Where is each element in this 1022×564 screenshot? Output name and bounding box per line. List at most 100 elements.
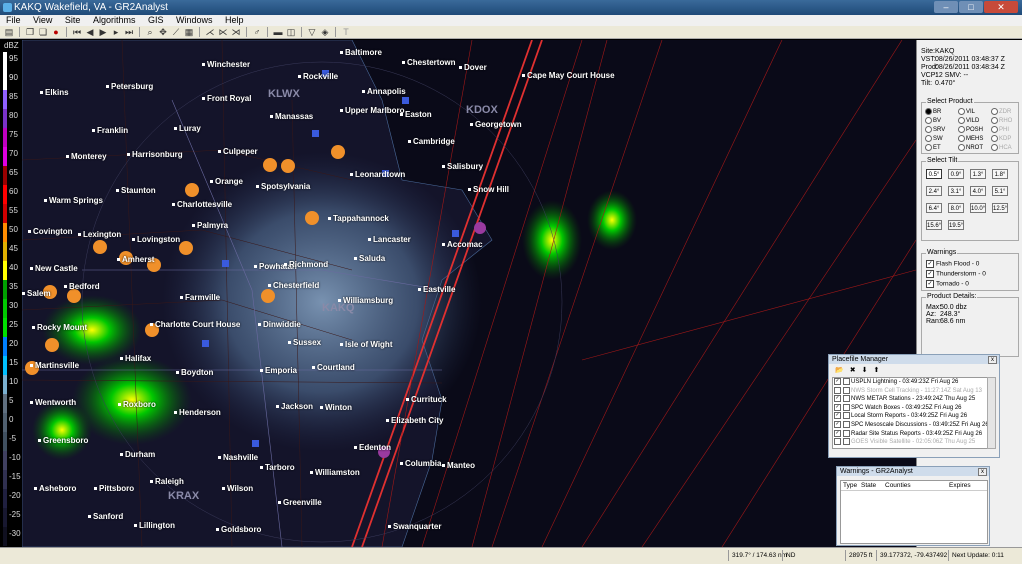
placefile-item[interactable]: ✓ SPC Watch Boxes - 03:49:25Z Fri Aug 26: [833, 403, 990, 413]
cross-section-icon[interactable]: ⋌: [205, 26, 215, 38]
close-icon[interactable]: x: [978, 468, 987, 476]
placefile-list[interactable]: ✓ USPLN Lightning - 03:49:23Z Fri Aug 26 N…: [832, 377, 991, 449]
move-down-icon[interactable]: ⬇: [862, 366, 868, 374]
menu-algorithms[interactable]: Algorithms: [93, 15, 136, 25]
filter-icon[interactable]: ▽: [307, 26, 317, 38]
pan-icon[interactable]: ✥: [158, 26, 168, 38]
product-radio-mehs[interactable]: MEHS: [958, 135, 983, 142]
record-icon[interactable]: ●: [51, 26, 61, 38]
menu-file[interactable]: File: [6, 15, 21, 25]
open-icon[interactable]: ▤: [4, 26, 14, 38]
move-up-icon[interactable]: ⬆: [873, 366, 879, 374]
product-radio-bv[interactable]: BV: [925, 117, 941, 124]
tilt-button[interactable]: 0.9°: [948, 169, 964, 179]
menu-view[interactable]: View: [33, 15, 52, 25]
placefile-toggle[interactable]: [843, 429, 850, 437]
product-radio-et[interactable]: ET: [925, 144, 941, 151]
placefile-checkbox[interactable]: ✓: [834, 420, 841, 428]
placefile-checkbox[interactable]: ✓: [834, 412, 841, 420]
tilt-button[interactable]: 4.0°: [970, 186, 986, 196]
first-frame-icon[interactable]: ⏮: [72, 26, 82, 38]
warning-thunderstorm[interactable]: ✓ Thunderstorm - 0: [926, 270, 986, 278]
column-icon[interactable]: ◫: [286, 26, 296, 38]
placefile-toggle[interactable]: [843, 403, 850, 411]
tilt-button[interactable]: 2.4°: [926, 186, 942, 196]
tilt-button[interactable]: 15.6°: [926, 220, 942, 230]
tilt-button[interactable]: 10.0°: [970, 203, 986, 213]
radar-site-label[interactable]: KLWX: [268, 88, 300, 100]
placefile-item[interactable]: NWS Storm Cell Tracking - 11:27:14Z Sat …: [833, 386, 990, 396]
play-icon[interactable]: ▶: [98, 26, 108, 38]
menu-help[interactable]: Help: [225, 15, 244, 25]
tilt-button[interactable]: 5.1°: [992, 186, 1008, 196]
product-radio-vil[interactable]: VIL: [958, 108, 975, 115]
tilt-button[interactable]: 0.5°: [926, 169, 942, 179]
radar-site-label[interactable]: KDOX: [466, 104, 498, 116]
placefile-item[interactable]: ✓ NWS METAR Stations - 23:49:24Z Thu Aug …: [833, 395, 990, 404]
last-frame-icon[interactable]: ⏭: [124, 26, 134, 38]
placefile-checkbox[interactable]: ✓: [834, 378, 841, 385]
maximize-button[interactable]: □: [959, 1, 983, 13]
placefile-toggle[interactable]: [843, 412, 850, 420]
bar-icon[interactable]: ▬: [273, 26, 283, 38]
tilt-button[interactable]: 1.3°: [970, 169, 986, 179]
tilt-button[interactable]: 6.4°: [926, 203, 942, 213]
tilt-button[interactable]: 3.1°: [948, 186, 964, 196]
paste-icon[interactable]: ❏: [38, 26, 48, 38]
copy-icon[interactable]: ❐: [25, 26, 35, 38]
placefile-item[interactable]: ✓ SPC Mesoscale Discussions - 03:49:25Z F…: [833, 420, 990, 430]
column-state[interactable]: State: [861, 481, 885, 490]
product-radio-sw[interactable]: SW: [925, 135, 943, 142]
product-radio-vild[interactable]: VILD: [958, 117, 979, 124]
placefile-item[interactable]: ✓ Local Storm Reports - 03:49:25Z Fri Aug…: [833, 412, 990, 421]
tilt-button[interactable]: 8.0°: [948, 203, 964, 213]
tilt-button[interactable]: 1.8°: [992, 169, 1008, 179]
menu-gis[interactable]: GIS: [148, 15, 164, 25]
previous-frame-icon[interactable]: ◀: [85, 26, 95, 38]
column-type[interactable]: Type: [841, 481, 861, 490]
placefile-checkbox[interactable]: [834, 386, 841, 394]
radar-map[interactable]: Baltimore Chestertown Winchester Rockville D…: [22, 40, 916, 547]
placefile-toggle[interactable]: [843, 378, 850, 385]
radar-site-label[interactable]: KRAX: [168, 490, 199, 502]
placefile-checkbox[interactable]: ✓: [834, 429, 841, 437]
remove-icon[interactable]: ✖: [850, 366, 856, 374]
volume-icon[interactable]: ♂: [252, 26, 262, 38]
menu-site[interactable]: Site: [65, 15, 81, 25]
placefile-item[interactable]: ✓ USPLN Lightning - 03:49:23Z Fri Aug 26: [833, 378, 990, 387]
menu-windows[interactable]: Windows: [176, 15, 213, 25]
text-tool-icon[interactable]: T: [341, 26, 351, 38]
warning-flash-flood[interactable]: ✓ Flash Flood - 0: [926, 260, 979, 268]
placefile-toggle[interactable]: [843, 395, 850, 403]
warnings-table[interactable]: Type State Counties Expires: [840, 480, 988, 544]
placefile-checkbox[interactable]: ✓: [834, 395, 841, 403]
placefile-item[interactable]: GOES Visible Satellite - 02:05:06Z Thu A…: [833, 438, 990, 447]
product-radio-srv[interactable]: SRV: [925, 126, 945, 133]
product-radio-nrot[interactable]: NROT: [958, 144, 983, 151]
tilt-button[interactable]: 12.5°: [992, 203, 1008, 213]
close-icon[interactable]: x: [988, 356, 997, 364]
layers-icon[interactable]: ▦: [184, 26, 194, 38]
zoom-icon[interactable]: ⌕: [145, 26, 155, 38]
storm-track-icon[interactable]: ⋊: [231, 26, 241, 38]
open-folder-icon[interactable]: 📂: [835, 366, 844, 374]
column-expires[interactable]: Expires: [949, 481, 979, 490]
tilt-button[interactable]: 19.5°: [948, 220, 964, 230]
placefile-checkbox[interactable]: ✓: [834, 403, 841, 411]
measure-icon[interactable]: ⟋: [171, 26, 181, 38]
marker-icon[interactable]: ◈: [320, 26, 330, 38]
placefile-scrollbar[interactable]: [987, 377, 996, 449]
next-frame-icon[interactable]: ▸: [111, 26, 121, 38]
placefile-item[interactable]: ✓ Radar Site Status Reports - 03:49:25Z F…: [833, 429, 990, 439]
radar-site-label[interactable]: KAKQ: [322, 302, 354, 314]
product-radio-br[interactable]: BR: [925, 108, 941, 115]
minimize-button[interactable]: –: [934, 1, 958, 13]
placefile-toggle[interactable]: [843, 420, 850, 428]
placefile-toggle[interactable]: [843, 438, 850, 446]
close-button[interactable]: ✕: [984, 1, 1018, 13]
warning-tornado[interactable]: ✓ Tornado - 0: [926, 280, 969, 288]
placefile-toggle[interactable]: [843, 386, 850, 394]
placefile-checkbox[interactable]: [834, 438, 841, 446]
storm-motion-icon[interactable]: ⋉: [218, 26, 228, 38]
product-radio-posh[interactable]: POSH: [958, 126, 983, 133]
